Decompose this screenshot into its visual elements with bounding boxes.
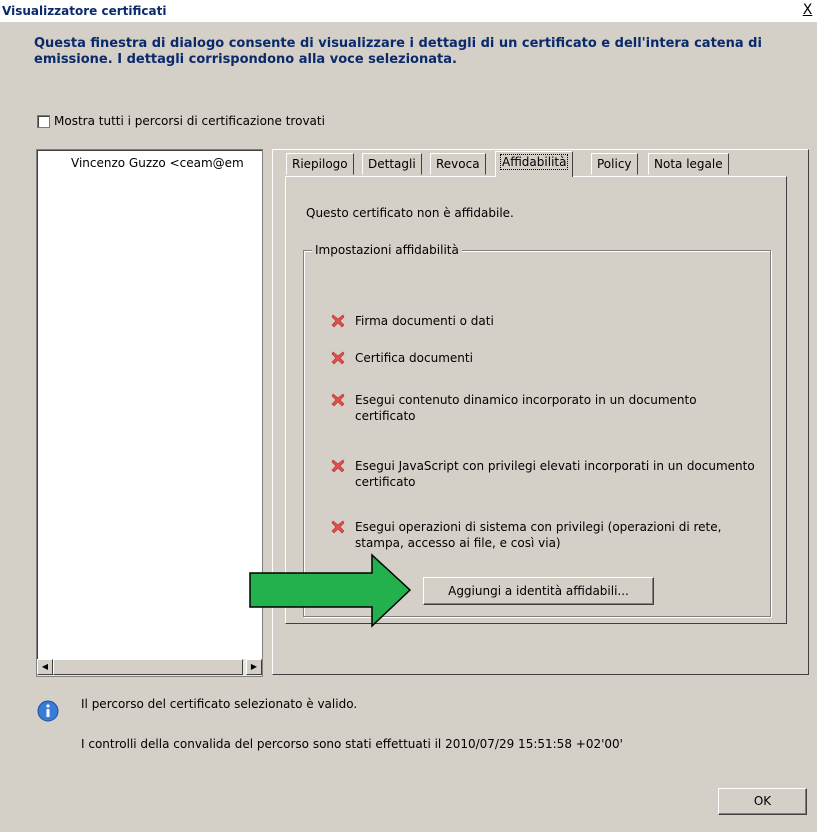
ok-button[interactable]: OK — [718, 788, 807, 815]
tab-label: Dettagli — [368, 157, 416, 171]
permission-certify: Certifica documenti — [355, 351, 473, 365]
red-x-icon — [331, 393, 345, 407]
path-valid-text: Il percorso del certificato selezionato … — [81, 697, 358, 711]
tab-label: Nota legale — [654, 157, 723, 171]
title-bar: Visualizzatore certificati X — [0, 0, 817, 22]
tab-affidabilita[interactable]: Affidabilità — [495, 151, 574, 177]
trust-status: Questo certificato non è affidabile. — [306, 206, 514, 220]
show-all-paths-checkbox[interactable] — [37, 115, 50, 128]
permission-system-operations: Esegui operazioni di sistema con privile… — [355, 520, 722, 550]
permission-sign: Firma documenti o dati — [355, 314, 494, 328]
horizontal-scrollbar[interactable]: ◀ ▶ — [37, 659, 262, 676]
tab-nota-legale[interactable]: Nota legale — [648, 153, 729, 175]
tab-revoca[interactable]: Revoca — [430, 153, 486, 175]
green-arrow-icon — [249, 553, 412, 628]
tab-label: Affidabilità — [499, 154, 569, 170]
scroll-right-icon[interactable]: ▶ — [246, 659, 262, 675]
tab-label: Revoca — [436, 157, 480, 171]
permission-dynamic-content: Esegui contenuto dinamico incorporato in… — [355, 393, 697, 423]
tab-label: Policy — [597, 157, 632, 171]
window-title: Visualizzatore certificati — [2, 4, 167, 18]
tab-dettagli[interactable]: Dettagli — [362, 153, 422, 175]
red-x-icon — [331, 314, 345, 328]
red-x-icon — [331, 351, 345, 365]
tab-policy[interactable]: Policy — [591, 153, 638, 175]
tree-item-certificate[interactable]: Vincenzo Guzzo <ceam@em — [71, 156, 244, 170]
show-all-paths-label[interactable]: Mostra tutti i percorsi di certificazion… — [54, 114, 325, 128]
tab-riepilogo[interactable]: Riepilogo — [286, 153, 354, 175]
tab-label: Riepilogo — [292, 157, 348, 171]
path-checks-text: I controlli della convalida del percorso… — [81, 737, 623, 751]
certificate-tree[interactable]: Vincenzo Guzzo <ceam@em ◀ ▶ — [36, 149, 263, 677]
scroll-thumb[interactable] — [53, 659, 243, 675]
red-x-icon — [331, 459, 345, 473]
red-x-icon — [331, 520, 345, 534]
add-trusted-identity-button[interactable]: Aggiungi a identità affidabili... — [423, 577, 654, 605]
info-icon — [37, 700, 59, 722]
dialog-description: Questa finestra di dialogo consente di v… — [34, 36, 762, 67]
scroll-left-icon[interactable]: ◀ — [37, 659, 53, 675]
trust-settings-label: Impostazioni affidabilità — [312, 243, 462, 257]
close-button[interactable]: X — [800, 3, 815, 19]
permission-javascript: Esegui JavaScript con privilegi elevati … — [355, 459, 755, 489]
